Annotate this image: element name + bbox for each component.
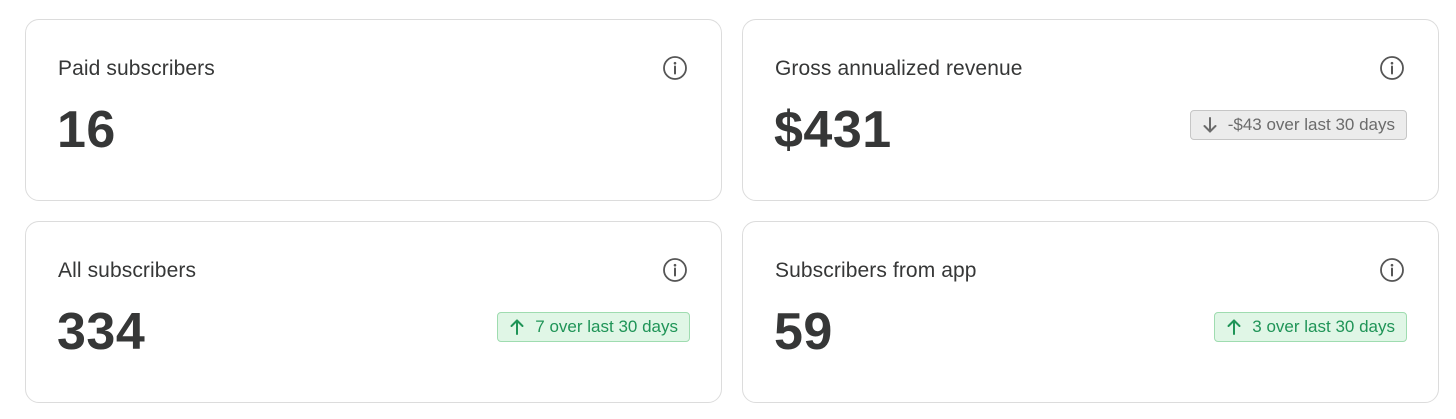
- change-text: 7 over last 30 days: [535, 317, 678, 336]
- change-text: 3 over last 30 days: [1252, 317, 1395, 336]
- change-badge: 7 over last 30 days: [497, 312, 690, 342]
- stat-card-paid-subscribers: Paid subscribers 16: [25, 19, 722, 201]
- info-circle-icon[interactable]: [662, 257, 688, 283]
- stat-value: 334: [57, 303, 146, 361]
- stat-value: 59: [774, 303, 833, 361]
- change-badge: -$43 over last 30 days: [1189, 110, 1407, 140]
- arrow-up-icon: [510, 319, 524, 335]
- stat-label: Paid subscribers: [58, 57, 215, 80]
- change-badge: 3 over last 30 days: [1214, 312, 1407, 342]
- info-circle-icon[interactable]: [1379, 257, 1405, 283]
- stat-card-subscribers-from-app: Subscribers from app 59 3 over last 30 d…: [742, 221, 1439, 403]
- arrow-up-icon: [1227, 319, 1241, 335]
- stat-value: 16: [57, 101, 116, 159]
- info-circle-icon[interactable]: [662, 55, 688, 81]
- stat-label: Subscribers from app: [775, 259, 977, 282]
- stat-card-all-subscribers: All subscribers 334 7 over last 30 days: [25, 221, 722, 403]
- stat-label: All subscribers: [58, 259, 197, 282]
- stat-value: $431: [774, 101, 892, 159]
- stat-label: Gross annualized revenue: [775, 57, 1023, 80]
- change-text: -$43 over last 30 days: [1227, 115, 1395, 134]
- stats-grid: Paid subscribers 16 Gross annualized rev…: [0, 0, 1456, 419]
- stat-card-gross-annualized-revenue: Gross annualized revenue $431 -$43 over …: [742, 19, 1439, 201]
- info-circle-icon[interactable]: [1379, 55, 1405, 81]
- arrow-down-icon: [1203, 117, 1217, 133]
